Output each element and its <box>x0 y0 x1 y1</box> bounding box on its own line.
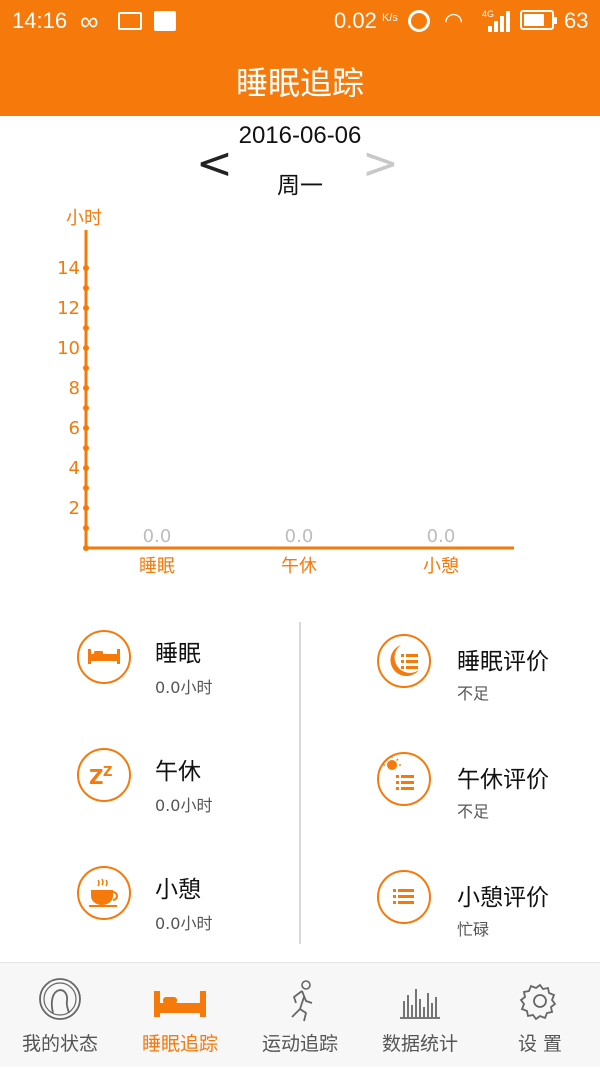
tab-settings-label: 设 置 <box>517 1033 563 1055</box>
bar-value-label: 0.0 <box>285 526 314 547</box>
y-tick-dot <box>83 405 89 411</box>
stat-rest-eval-label: 小憩评价 <box>457 885 549 911</box>
clapperboard-icon <box>154 11 176 31</box>
y-tick-dot <box>83 465 89 471</box>
page-title: 睡眠追踪 <box>235 64 364 102</box>
y-tick-label: 8 <box>69 378 80 399</box>
y-axis-label: 小时 <box>66 208 102 229</box>
wifi-icon: ◠ <box>444 8 464 33</box>
bar-value-label: 0.0 <box>143 526 172 547</box>
y-tick-dot <box>83 445 89 451</box>
y-tick-dot <box>83 285 89 291</box>
svg-text:Z: Z <box>89 765 104 789</box>
status-bar: 14:16 ∞ 0.02 K/s ◠ 4G 63 <box>0 0 600 42</box>
stat-sleep: 睡眠 0.0小时 <box>77 630 367 720</box>
y-tick-label: 12 <box>57 298 80 319</box>
net-speed: 0.02 <box>334 8 377 33</box>
svg-text:Z: Z <box>103 765 112 780</box>
zzz-icon: ZZ <box>77 748 131 802</box>
y-tick-dot <box>83 345 89 351</box>
bottom-tab-bar: 我的状态 睡眠追踪 运动追踪 数据统计 设 置 <box>0 962 600 1067</box>
battery-level: 63 <box>564 8 589 33</box>
stat-rest-value: 0.0小时 <box>155 914 213 933</box>
image-icon <box>118 12 142 30</box>
y-tick-dot <box>83 365 89 371</box>
list-icon <box>377 870 431 924</box>
gear-icon <box>516 977 564 1025</box>
stat-rest-eval: 小憩评价 忙碌 <box>377 870 600 960</box>
status-time: 14:16 <box>12 8 68 33</box>
y-tick-label: 4 <box>69 458 80 479</box>
y-tick-dot <box>83 545 89 551</box>
y-tick-label: 14 <box>57 258 80 279</box>
tab-my-status[interactable]: 我的状态 <box>0 963 120 1068</box>
runner-icon <box>276 977 324 1025</box>
stat-sleep-label: 睡眠 <box>155 641 201 667</box>
sleep-chart: 小时 2 4 6 8 10 12 14 0.0 睡眠 0.0 午休 0.0 小憩 <box>0 198 600 588</box>
stat-sleep-eval-value: 不足 <box>457 684 490 703</box>
selected-date: 2016-06-06 <box>238 122 362 149</box>
date-navigator: < 2016-06-06 周一 > <box>0 118 600 199</box>
tab-data-statistics[interactable]: 数据统计 <box>360 963 480 1068</box>
y-tick-dot <box>83 325 89 331</box>
stat-nap-eval: 午休评价 不足 <box>377 752 600 842</box>
tab-my-status-label: 我的状态 <box>21 1033 98 1055</box>
x-tick-label: 睡眠 <box>139 556 175 577</box>
stat-sleep-value: 0.0小时 <box>155 678 213 697</box>
y-tick-dot <box>83 265 89 271</box>
bar-stats-icon <box>396 977 444 1025</box>
stat-nap-value: 0.0小时 <box>155 796 213 815</box>
x-tick-label: 小憩 <box>423 556 459 577</box>
y-tick-dot <box>83 505 89 511</box>
alarm-icon <box>408 10 430 32</box>
y-tick-dot <box>83 305 89 311</box>
battery-icon <box>520 10 557 30</box>
infinity-icon: ∞ <box>80 6 99 36</box>
bed-icon <box>154 977 206 1025</box>
selected-weekday: 周一 <box>277 173 323 199</box>
stat-rest: 小憩 0.0小时 <box>77 866 367 956</box>
tab-data-statistics-label: 数据统计 <box>381 1033 458 1055</box>
stat-sleep-eval: 睡眠评价 不足 <box>377 634 600 724</box>
y-tick-label: 6 <box>69 418 80 439</box>
stat-rest-label: 小憩 <box>155 877 201 903</box>
stat-nap: ZZ 午休 0.0小时 <box>77 748 367 838</box>
tab-exercise-tracking[interactable]: 运动追踪 <box>240 963 360 1068</box>
net-speed-unit: K/s <box>382 12 398 24</box>
head-profile-icon <box>36 977 84 1025</box>
moon-list-icon <box>377 634 431 688</box>
tab-settings[interactable]: 设 置 <box>480 963 600 1068</box>
signal-icon <box>488 10 512 32</box>
sun-list-icon <box>377 752 431 806</box>
bar-value-label: 0.0 <box>427 526 456 547</box>
tab-sleep-tracking[interactable]: 睡眠追踪 <box>120 963 240 1068</box>
y-tick-label: 2 <box>69 498 80 519</box>
y-tick-dot <box>83 425 89 431</box>
stat-nap-eval-label: 午休评价 <box>457 767 549 793</box>
next-day-button[interactable]: > <box>362 138 399 189</box>
bed-icon <box>77 630 131 684</box>
x-tick-label: 午休 <box>281 556 317 577</box>
y-tick-dot <box>83 525 89 531</box>
app-header: 睡眠追踪 <box>0 42 600 116</box>
y-tick-dot <box>83 485 89 491</box>
coffee-cup-icon <box>77 866 131 920</box>
stat-nap-label: 午休 <box>155 759 201 785</box>
stat-sleep-eval-label: 睡眠评价 <box>457 649 549 675</box>
sleep-chart-svg: 小时 2 4 6 8 10 12 14 0.0 睡眠 0.0 午休 0.0 小憩 <box>57 208 514 577</box>
stat-rest-eval-value: 忙碌 <box>457 920 490 939</box>
tab-sleep-tracking-label: 睡眠追踪 <box>141 1033 218 1055</box>
y-tick-dot <box>83 385 89 391</box>
stat-nap-eval-value: 不足 <box>457 802 490 821</box>
stats-panel: 睡眠 0.0小时 ZZ 午休 0.0小时 小憩 0.0小时 睡眠评价 不足 午休… <box>0 600 600 956</box>
y-tick-label: 10 <box>57 338 80 359</box>
tab-exercise-tracking-label: 运动追踪 <box>261 1033 338 1055</box>
